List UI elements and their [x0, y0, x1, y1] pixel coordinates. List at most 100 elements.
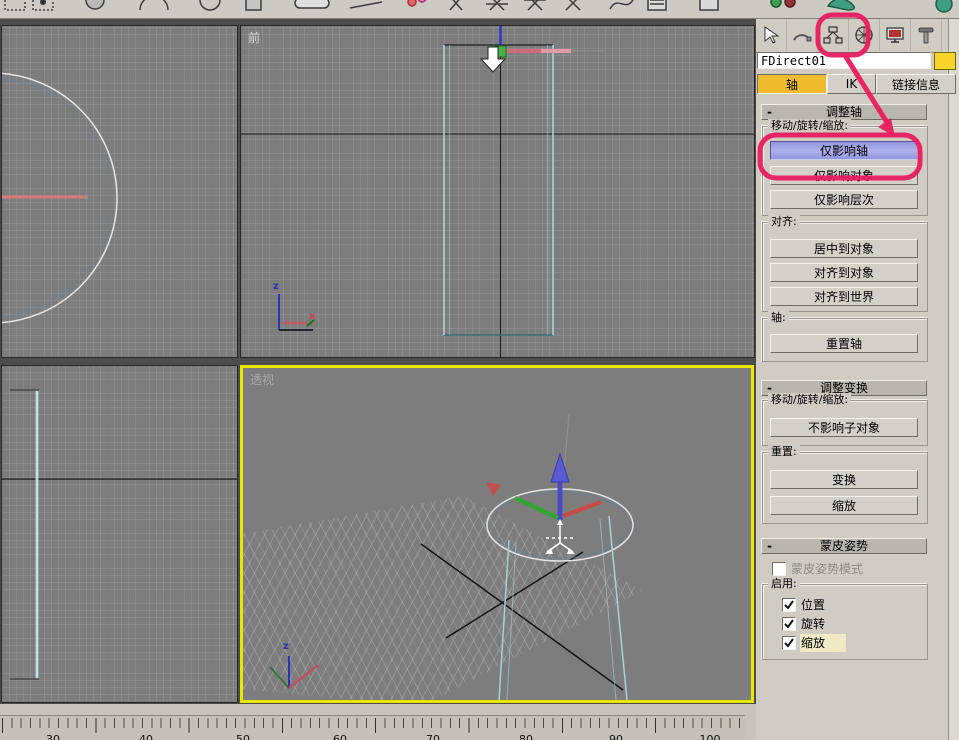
cyl-left-2	[506, 541, 517, 700]
viewport-front-label: 前	[248, 31, 261, 45]
utilities-hammer-icon	[918, 27, 934, 44]
tab-display[interactable]	[880, 19, 911, 51]
mirror-icon[interactable]	[449, 0, 463, 11]
checkbox-label: 旋转	[801, 617, 826, 631]
arrow-cursor-icon	[764, 26, 780, 44]
ruler-label: 60	[333, 733, 347, 740]
window-icon[interactable]	[699, 0, 719, 11]
modify-arc-icon	[793, 34, 812, 42]
group-label: 移动/旋转/缩放:	[768, 119, 852, 133]
checkbox-label: 位置	[801, 598, 826, 612]
left-viewport-geometry	[2, 389, 237, 680]
gizmo-x-end	[83, 194, 89, 200]
align-to-world-button[interactable]: 对齐到世界	[770, 287, 918, 306]
arc-rotate-icon[interactable]	[139, 0, 169, 11]
ring-icon[interactable]	[199, 0, 221, 11]
sphere-right-icon[interactable]	[935, 0, 953, 13]
cyl-left-1	[498, 539, 510, 700]
ruler-label: 70	[426, 733, 440, 740]
gizmo-y-axis[interactable]	[514, 496, 559, 520]
curve-icon[interactable]	[609, 0, 634, 10]
subtab-pivot[interactable]: 轴	[757, 74, 827, 94]
sphere-red-icon[interactable]	[784, 0, 796, 8]
viewport-front[interactable]: 前 z x	[240, 25, 755, 358]
hierarchy-tree-icon	[823, 26, 843, 44]
affect-pivot-only-button[interactable]: 仅影响轴	[770, 141, 918, 160]
list-view-icon[interactable]	[647, 0, 667, 11]
black-line-1	[420, 543, 624, 691]
group-label: 轴:	[768, 311, 789, 325]
tab-motion[interactable]	[849, 19, 880, 51]
rollout-adjust-pivot[interactable]: - 调整轴	[761, 104, 927, 120]
checkbox-box	[782, 616, 796, 631]
panel-scroll-gutter[interactable]	[948, 18, 959, 740]
viewport-top[interactable]	[1, 25, 238, 358]
position-checkbox[interactable]: 位置	[782, 597, 825, 612]
checkbox-box	[772, 561, 786, 576]
pivot-tripod-icon	[545, 519, 575, 554]
tab-hierarchy[interactable]	[818, 19, 849, 51]
viewport-area: 前 z x 透视 z	[0, 18, 756, 704]
group-label: 启用:	[768, 577, 800, 591]
line-icon[interactable]	[349, 1, 383, 9]
viewport-perspective[interactable]: 透视 z	[240, 365, 754, 703]
box-icon[interactable]	[245, 0, 262, 11]
marquee-dot-icon	[40, 0, 46, 5]
sphere-green-icon[interactable]	[770, 0, 782, 8]
teapot-icon[interactable]	[826, 0, 855, 11]
scale-checkbox[interactable]: 缩放	[782, 635, 825, 650]
align2-icon[interactable]	[524, 0, 546, 11]
tripod-x-persp	[288, 664, 319, 689]
perspective-geometry	[269, 413, 634, 700]
reset-scale-button[interactable]: 缩放	[770, 496, 918, 515]
ruler-major-ticks	[2, 718, 745, 733]
front-x-label: x	[309, 311, 316, 322]
align-to-object-button[interactable]: 对齐到对象	[770, 263, 918, 282]
subtab-link-info[interactable]: 链接信息	[876, 74, 956, 94]
ruler-label: 80	[519, 733, 533, 740]
checkbox-label: 缩放	[801, 636, 826, 650]
object-name-field[interactable]: FDirect01	[757, 52, 931, 69]
align-icon[interactable]	[486, 0, 508, 11]
front-viewport-geometry	[241, 26, 754, 357]
group-label: 移动/旋转/缩放:	[768, 393, 852, 407]
tab-modify[interactable]	[787, 19, 818, 51]
tripod-y-persp	[269, 666, 290, 689]
sphere-icon[interactable]	[85, 0, 105, 10]
time-slider-strip[interactable]	[0, 704, 756, 715]
align3-icon[interactable]	[565, 0, 581, 11]
affect-object-only-button[interactable]: 仅影响对象	[770, 166, 918, 185]
center-to-object-button[interactable]: 居中到对象	[770, 239, 918, 258]
checkbox-box	[782, 597, 796, 612]
gizmo-x-axis[interactable]	[562, 500, 602, 518]
ruler-label: 40	[139, 733, 153, 740]
marquee-rect-icon[interactable]	[4, 0, 26, 11]
ruler-label: 50	[236, 733, 250, 740]
subtab-ik[interactable]: IK	[827, 74, 876, 94]
collapse-indicator: -	[767, 105, 772, 119]
skin-pose-mode-checkbox[interactable]: 蒙皮姿势模式	[772, 561, 863, 576]
reset-pivot-button[interactable]: 重置轴	[770, 334, 918, 353]
front-z-label: z	[273, 281, 279, 292]
snap-pink-icon[interactable]	[407, 0, 417, 7]
top-viewport-geometry	[2, 72, 118, 324]
reset-transform-button[interactable]: 变换	[770, 470, 918, 489]
ruler-label: 30	[46, 733, 60, 740]
viewport-perspective-label: 透视	[250, 373, 275, 387]
command-panel-tabs	[756, 19, 948, 53]
toolbar-icons	[4, 0, 953, 13]
object-color-swatch[interactable]	[934, 52, 956, 70]
ruler-label: 100	[699, 733, 721, 740]
ruler-label: 90	[609, 733, 623, 740]
rotation-checkbox[interactable]: 旋转	[782, 616, 825, 631]
affect-hierarchy-only-button[interactable]: 仅影响层次	[770, 190, 918, 209]
rollout-skin-pose[interactable]: - 蒙皮姿势	[761, 538, 927, 554]
dont-affect-children-button[interactable]: 不影响子对象	[770, 418, 918, 437]
group-label: 重置:	[768, 445, 800, 459]
capsule-icon[interactable]	[294, 0, 330, 9]
viewport-left[interactable]	[1, 365, 238, 703]
track-bar-ruler[interactable]: 30 40 50 60 70 80 90 100	[0, 715, 745, 740]
tab-create[interactable]	[756, 19, 787, 51]
gizmo-z-arrowhead	[550, 452, 570, 483]
tab-utilities[interactable]	[911, 19, 942, 51]
